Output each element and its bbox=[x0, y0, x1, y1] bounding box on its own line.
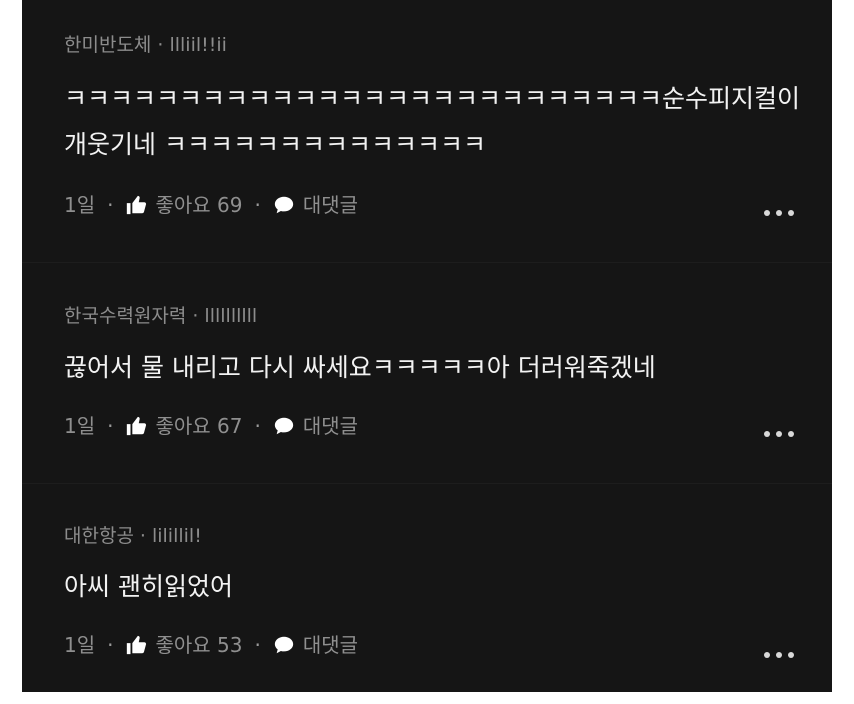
author-handle: lilillil! bbox=[151, 525, 202, 547]
action-separator: · bbox=[254, 193, 261, 217]
reply-label: 대댓글 bbox=[302, 414, 359, 438]
more-dots-icon bbox=[764, 210, 770, 216]
comment-body-line: ㅋㅋㅋㅋㅋㅋㅋㅋㅋㅋㅋㅋㅋㅋㅋㅋㅋㅋㅋㅋㅋㅋㅋㅋㅋㅋ순수피지컬이 bbox=[64, 84, 801, 113]
comment-list: 한미반도체 · llliil!!ii ㅋㅋㅋㅋㅋㅋㅋㅋㅋㅋㅋㅋㅋㅋㅋㅋㅋㅋㅋㅋㅋㅋㅋ… bbox=[22, 0, 832, 692]
author-name[interactable]: 한미반도체 bbox=[64, 34, 151, 56]
more-dots-icon bbox=[764, 652, 770, 658]
like-count: 67 bbox=[217, 414, 243, 438]
comment-body-line: 개웃기네 ㅋㅋㅋㅋㅋㅋㅋㅋㅋㅋㅋㅋㅋㅋ bbox=[64, 130, 486, 159]
like-label: 좋아요 bbox=[155, 633, 211, 657]
action-separator: · bbox=[107, 633, 114, 657]
comment-body: 아씨 괜히읽었어 bbox=[64, 564, 804, 610]
comment-age: 1일 bbox=[64, 193, 96, 217]
like-button[interactable]: 좋아요 69 bbox=[125, 192, 243, 218]
comment-item: 한미반도체 · llliil!!ii ㅋㅋㅋㅋㅋㅋㅋㅋㅋㅋㅋㅋㅋㅋㅋㅋㅋㅋㅋㅋㅋㅋㅋ… bbox=[22, 0, 832, 262]
speech-bubble-icon bbox=[274, 417, 294, 435]
like-button[interactable]: 좋아요 67 bbox=[125, 413, 243, 439]
comment-age: 1일 bbox=[64, 633, 96, 657]
comment-meta: 한미반도체 · llliil!!ii bbox=[64, 33, 227, 57]
action-separator: · bbox=[107, 193, 114, 217]
meta-separator: · bbox=[157, 34, 164, 56]
comment-meta: 대한항공 · lilillil! bbox=[64, 524, 202, 548]
comment-body: ㅋㅋㅋㅋㅋㅋㅋㅋㅋㅋㅋㅋㅋㅋㅋㅋㅋㅋㅋㅋㅋㅋㅋㅋㅋㅋ순수피지컬이 개웃기네 ㅋㅋ… bbox=[64, 76, 804, 168]
comment-body: 끊어서 물 내리고 다시 싸세요ㅋㅋㅋㅋㅋ아 더러워죽겠네 bbox=[64, 345, 804, 391]
comment-item: 대한항공 · lilillil! 아씨 괜히읽었어 1일 · 좋아요 53 · 대댓… bbox=[22, 484, 832, 692]
meta-separator: · bbox=[139, 525, 146, 547]
author-name[interactable]: 한국수력원자력 bbox=[64, 305, 186, 327]
comment-actions: 1일 · 좋아요 69 · 대댓글 bbox=[64, 192, 358, 218]
more-options-button[interactable] bbox=[764, 208, 794, 218]
like-label: 좋아요 bbox=[155, 193, 211, 217]
more-options-button[interactable] bbox=[764, 429, 794, 439]
author-name[interactable]: 대한항공 bbox=[64, 525, 134, 547]
thumbs-up-icon bbox=[127, 416, 147, 436]
thumbs-up-icon bbox=[127, 635, 147, 655]
like-label: 좋아요 bbox=[155, 414, 211, 438]
comment-item: 한국수력원자력 · llllllllll 끊어서 물 내리고 다시 싸세요ㅋㅋㅋㅋㅋ… bbox=[22, 263, 832, 483]
like-count: 69 bbox=[217, 193, 243, 217]
comment-body-line: 아씨 괜히읽었어 bbox=[64, 572, 233, 601]
meta-separator: · bbox=[192, 305, 199, 327]
action-separator: · bbox=[254, 414, 261, 438]
reply-label: 대댓글 bbox=[302, 633, 359, 657]
more-options-button[interactable] bbox=[764, 650, 794, 660]
thumbs-up-icon bbox=[127, 195, 147, 215]
comment-age: 1일 bbox=[64, 414, 96, 438]
comment-body-line: 끊어서 물 내리고 다시 싸세요ㅋㅋㅋㅋㅋ아 더러워죽겠네 bbox=[64, 353, 656, 382]
reply-button[interactable]: 대댓글 bbox=[273, 192, 358, 218]
author-handle: llliil!!ii bbox=[169, 34, 227, 56]
comment-actions: 1일 · 좋아요 67 · 대댓글 bbox=[64, 413, 358, 439]
more-dots-icon bbox=[764, 431, 770, 437]
comment-meta: 한국수력원자력 · llllllllll bbox=[64, 304, 257, 328]
speech-bubble-icon bbox=[274, 636, 294, 654]
like-count: 53 bbox=[217, 633, 243, 657]
speech-bubble-icon bbox=[274, 196, 294, 214]
action-separator: · bbox=[254, 633, 261, 657]
comment-actions: 1일 · 좋아요 53 · 대댓글 bbox=[64, 632, 358, 658]
reply-button[interactable]: 대댓글 bbox=[273, 632, 358, 658]
action-separator: · bbox=[107, 414, 114, 438]
like-button[interactable]: 좋아요 53 bbox=[125, 632, 243, 658]
reply-label: 대댓글 bbox=[302, 193, 359, 217]
author-handle: llllllllll bbox=[204, 305, 258, 327]
reply-button[interactable]: 대댓글 bbox=[273, 413, 358, 439]
